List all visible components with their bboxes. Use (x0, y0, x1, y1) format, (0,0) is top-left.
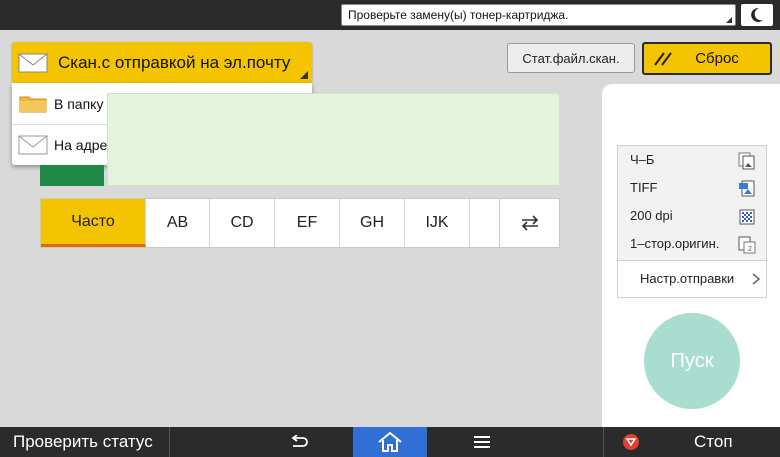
start-button[interactable]: Пуск (644, 313, 740, 409)
envelope-icon (18, 53, 48, 72)
energy-saver-button[interactable] (741, 4, 773, 26)
scan-settings-summary[interactable]: Ч–Б TIFF 200 dpi 1–стор.оригин. 2 Настр.… (617, 145, 767, 298)
switch-tabs-button[interactable] (499, 199, 559, 247)
send-settings-label: Настр.отправки (640, 271, 735, 286)
scan-mode-dropdown[interactable]: Скан.с отправкой на эл.почту (12, 42, 312, 83)
system-message-text: Проверьте замену(ы) тонер-картриджа. (348, 8, 569, 22)
menu-item-label: В папку (54, 95, 104, 112)
destination-field[interactable] (107, 93, 560, 186)
setting-resolution: 200 dpi (618, 202, 766, 230)
home-button[interactable] (353, 427, 427, 457)
reset-slash-icon (654, 51, 672, 66)
setting-original-sides: 1–стор.оригин. 2 (618, 230, 766, 258)
hamburger-menu-icon (474, 436, 490, 448)
setting-label: TIFF (630, 180, 658, 195)
tab-ef[interactable]: EF (275, 199, 340, 247)
tab-ab[interactable]: AB (146, 199, 210, 247)
file-type-icon (739, 180, 755, 197)
expand-corner-icon (726, 17, 732, 23)
home-icon (378, 431, 402, 452)
check-status-button[interactable]: Проверить статус (0, 427, 170, 457)
one-sided-original-icon: 2 (738, 236, 756, 254)
stop-button[interactable]: Стоп (603, 427, 780, 457)
folder-icon (19, 96, 47, 112)
bottom-nav-bar: Проверить статус Стоп (0, 427, 780, 457)
back-button[interactable] (280, 427, 320, 457)
reset-label: Сброс (695, 50, 739, 67)
system-message-box[interactable]: Проверьте замену(ы) тонер-картриджа. (341, 4, 736, 26)
stop-label: Стоп (694, 432, 733, 451)
tab-cd[interactable]: CD (210, 199, 275, 247)
scan-mode-label: Скан.с отправкой на эл.почту (58, 52, 291, 72)
moon-icon (751, 7, 763, 22)
tab-frequent[interactable]: Часто (41, 199, 146, 247)
reset-button[interactable]: Сброс (642, 42, 772, 75)
resolution-icon (739, 209, 755, 225)
envelope-icon (18, 135, 48, 155)
dropdown-corner-icon (300, 71, 308, 79)
tab-gh[interactable]: GH (340, 199, 405, 247)
svg-text:2: 2 (748, 246, 752, 253)
setting-file-type: TIFF (618, 174, 766, 202)
back-arrow-icon (291, 435, 308, 447)
stored-file-scan-button[interactable]: Стат.файл.скан. (507, 43, 635, 73)
setting-color-mode: Ч–Б (618, 146, 766, 174)
setting-label: 1–стор.оригин. (630, 236, 720, 251)
top-status-bar: Проверьте замену(ы) тонер-картриджа. (0, 0, 780, 30)
chevron-right-icon (752, 273, 760, 285)
menu-button[interactable] (460, 427, 504, 457)
swap-arrows-icon (521, 215, 538, 231)
send-settings-button[interactable]: Настр.отправки (618, 260, 766, 297)
setting-label: Ч–Б (630, 152, 655, 167)
destination-type-button[interactable] (40, 165, 104, 186)
tab-ijk[interactable]: IJK (405, 199, 470, 247)
address-book-tabs: Часто AB CD EF GH IJK LM (40, 198, 560, 248)
stop-icon (623, 434, 639, 450)
color-mode-icon (738, 152, 755, 170)
setting-label: 200 dpi (630, 208, 673, 223)
